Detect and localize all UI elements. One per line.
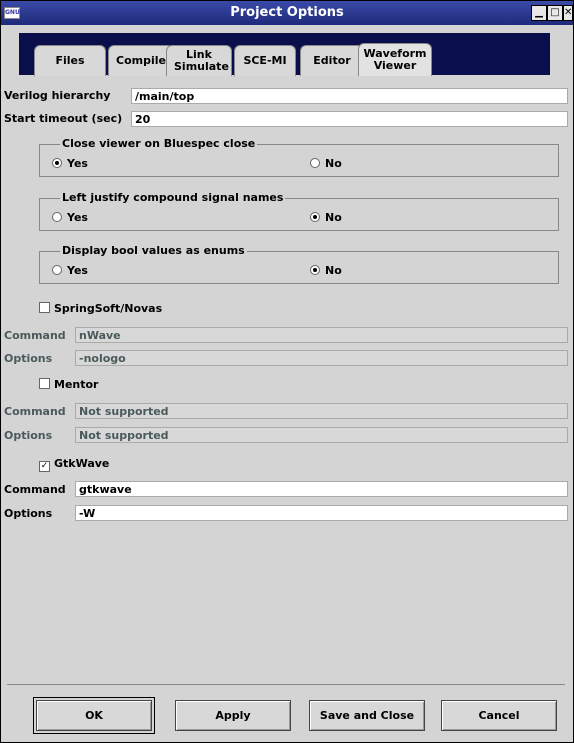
left-justify-group: Left justify compound signal names Yes N… xyxy=(39,191,559,231)
radio-selected-icon xyxy=(310,265,320,275)
mentor-options-label: Options xyxy=(4,429,53,442)
springsoft-options-label: Options xyxy=(4,352,53,365)
gtkwave-options-input[interactable]: -W xyxy=(75,505,568,521)
tab-sce-mi[interactable]: SCE-MI xyxy=(234,45,296,76)
group-title: Display bool values as enums xyxy=(60,244,247,257)
radio-unselected-icon xyxy=(52,265,62,275)
radio-selected-icon xyxy=(52,158,62,168)
window-title: Project Options xyxy=(230,5,344,20)
checkbox-label: GtkWave xyxy=(54,457,110,470)
close-viewer-group: Close viewer on Bluespec close Yes No xyxy=(39,137,559,177)
start-timeout-input[interactable]: 20 xyxy=(131,111,568,127)
apply-button[interactable]: Apply xyxy=(175,700,291,731)
radio-label: Yes xyxy=(67,264,88,277)
tab-files[interactable]: Files xyxy=(34,45,106,76)
tab-label: Waveform Viewer xyxy=(363,47,427,72)
checkbox-unchecked-icon xyxy=(39,302,50,313)
save-and-close-button[interactable]: Save and Close xyxy=(309,700,425,731)
gtkwave-options-label: Options xyxy=(4,507,53,520)
radio-label: No xyxy=(325,264,342,277)
left-justify-no-radio[interactable]: No xyxy=(310,211,342,224)
tab-waveform-viewer[interactable]: Waveform Viewer xyxy=(358,43,432,76)
radio-unselected-icon xyxy=(52,212,62,222)
checkbox-checked-icon: ✓ xyxy=(39,461,50,472)
cancel-button[interactable]: Cancel xyxy=(441,700,557,731)
group-title: Left justify compound signal names xyxy=(60,191,286,204)
bool-enums-yes-radio[interactable]: Yes xyxy=(52,264,88,277)
mentor-command-label: Command xyxy=(4,405,66,418)
minimize-icon[interactable]: ▁ xyxy=(531,5,547,21)
verilog-hierarchy-input[interactable]: /main/top xyxy=(131,88,568,104)
tab-label: Link Simulate xyxy=(174,48,229,73)
project-options-window: GNU Project Options ▁ □ ✕ Files Compile … xyxy=(0,0,574,743)
mentor-command-input: Not supported xyxy=(75,403,568,419)
gtkwave-command-input[interactable]: gtkwave xyxy=(75,481,568,497)
gtkwave-command-label: Command xyxy=(4,483,66,496)
radio-selected-icon xyxy=(310,212,320,222)
tab-compile[interactable]: Compile xyxy=(108,45,174,76)
checkbox-unchecked-icon xyxy=(39,378,50,389)
bool-enums-no-radio[interactable]: No xyxy=(310,264,342,277)
radio-label: No xyxy=(325,211,342,224)
checkbox-label: Mentor xyxy=(54,378,99,391)
bool-enums-group: Display bool values as enums Yes No xyxy=(39,244,559,284)
title-bar[interactable]: GNU Project Options ▁ □ ✕ xyxy=(1,1,573,25)
start-timeout-label: Start timeout (sec) xyxy=(4,112,123,125)
left-justify-yes-radio[interactable]: Yes xyxy=(52,211,88,224)
verilog-hierarchy-label: Verilog hierarchy xyxy=(4,89,111,102)
radio-unselected-icon xyxy=(310,158,320,168)
mentor-options-input: Not supported xyxy=(75,427,568,443)
group-title: Close viewer on Bluespec close xyxy=(60,137,258,150)
gtkwave-checkbox[interactable]: ✓ GtkWave xyxy=(39,457,109,472)
checkbox-label: SpringSoft/Novas xyxy=(54,302,163,315)
ok-button[interactable]: OK xyxy=(33,697,155,734)
close-viewer-yes-radio[interactable]: Yes xyxy=(52,157,88,170)
springsoft-checkbox[interactable]: SpringSoft/Novas xyxy=(39,302,162,315)
radio-label: Yes xyxy=(67,157,88,170)
mentor-checkbox[interactable]: Mentor xyxy=(39,378,98,391)
springsoft-options-input: -nologo xyxy=(75,350,568,366)
close-icon[interactable]: ✕ xyxy=(563,5,573,21)
radio-label: Yes xyxy=(67,211,88,224)
springsoft-command-label: Command xyxy=(4,329,66,342)
close-viewer-no-radio[interactable]: No xyxy=(310,157,342,170)
tab-editor[interactable]: Editor xyxy=(300,45,364,76)
maximize-icon[interactable]: □ xyxy=(547,5,563,21)
tab-link-simulate[interactable]: Link Simulate xyxy=(166,45,232,76)
springsoft-command-input: nWave xyxy=(75,327,568,343)
tab-strip: Files Compile Link Simulate SCE-MI Edito… xyxy=(19,33,550,76)
radio-label: No xyxy=(325,157,342,170)
